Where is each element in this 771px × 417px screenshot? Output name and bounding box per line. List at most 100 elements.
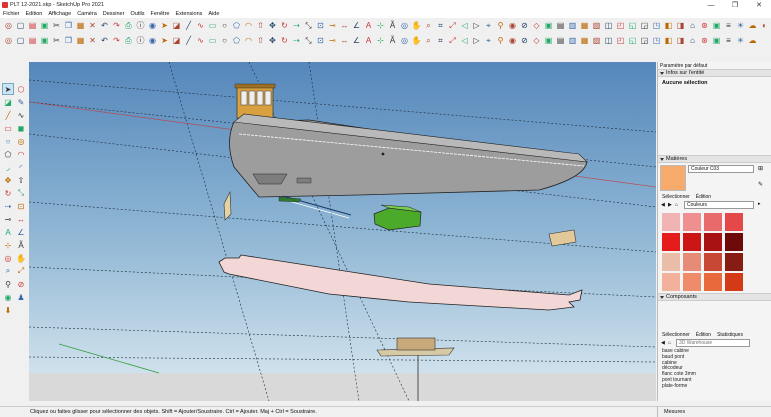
tb2-axes-icon[interactable]: ⊹ [375,35,386,46]
tb1-scale-icon[interactable]: ⤡ [303,20,314,31]
left-tool-4-icon[interactable]: ╱ [3,110,13,120]
tb2-position-camera-icon[interactable]: ⌖ [483,35,494,46]
tb2-zoom-icon[interactable]: ⌕ [423,35,434,46]
tb2-polygon-icon[interactable]: ⬠ [231,35,242,46]
material-swatch[interactable] [683,253,701,271]
tb1-zoom-icon[interactable]: ⌕ [423,20,434,31]
tb2-zoom-extents-icon[interactable]: ⤢ [447,35,458,46]
tb2-xray-icon[interactable]: ◫ [603,35,614,46]
forward-icon[interactable]: ▶ [668,202,672,208]
tb2-orbit-icon[interactable]: ◎ [3,35,14,46]
tb2-delete-icon[interactable]: ✕ [87,35,98,46]
tb1-camera-icon[interactable]: ◉ [147,20,158,31]
tb2-layout-icon[interactable]: ▣ [711,35,722,46]
left-tool-21-icon[interactable]: ↔ [16,214,26,224]
tab-components-edit[interactable]: Édition [696,332,711,338]
tb2-top-icon[interactable]: ▣ [543,35,554,46]
material-swatch[interactable] [725,213,743,231]
left-tool-26-icon[interactable]: ◎ [3,253,13,263]
materials-panel-header[interactable]: Matières [658,155,771,163]
tb1-push-pull-icon[interactable]: ⇧ [255,20,266,31]
tb2-shaded-icon[interactable]: ◳ [651,35,662,46]
tb2-rotate-icon[interactable]: ↻ [279,35,290,46]
tb1-wireframe-icon[interactable]: ◱ [627,20,638,31]
tab-components-select[interactable]: Sélectionner [662,332,690,338]
tb2-text-icon[interactable]: A [363,35,374,46]
tb2-3d-text-icon[interactable]: Ã [387,35,398,46]
entity-info-panel-header[interactable]: Infos sur l'entité [658,69,771,77]
tb2-previous-icon[interactable]: ◁ [459,35,470,46]
tb2-look-around-icon[interactable]: ◉ [507,35,518,46]
material-name-field[interactable]: Couleur C03 [688,165,754,173]
left-tool-20-icon[interactable]: ⊸ [3,214,13,224]
minimize-button[interactable]: — [699,0,723,10]
tb1-back-icon[interactable]: ▦ [579,20,590,31]
tb1-paste-icon[interactable]: ▦ [75,20,86,31]
left-tool-3-icon[interactable]: ✎ [16,97,26,107]
menu-edition[interactable]: Edition [26,11,43,17]
tb1-hidden-line-icon[interactable]: ◲ [639,20,650,31]
left-tool-28-icon[interactable]: ⌕ [3,266,13,276]
tb2-shadow-icon[interactable]: ☀ [735,35,746,46]
tb2-front-icon[interactable]: ▤ [555,35,566,46]
left-tool-0-icon[interactable]: ➤ [2,83,14,95]
material-swatch[interactable] [662,213,680,231]
components-panel-header[interactable]: Composants [658,293,771,301]
tb1-rectangle-icon[interactable]: ▭ [207,20,218,31]
tb2-left-icon[interactable]: ▧ [591,35,602,46]
left-tool-10-icon[interactable]: ⬠ [3,149,13,159]
tb2-pan-icon[interactable]: ✋ [411,35,422,46]
material-swatch[interactable] [683,213,701,231]
component-list-item[interactable]: plate-forme [658,383,771,390]
cabine-component[interactable] [234,83,276,119]
left-tool-1-icon[interactable]: ⬡ [16,84,26,94]
tb2-orbit2-icon[interactable]: ◎ [399,35,410,46]
left-tool-33-icon[interactable]: ♟ [16,292,26,302]
left-tool-34-icon[interactable]: ⬇ [3,305,13,315]
tb1-circle-icon[interactable]: ○ [219,20,230,31]
tb2-line-icon[interactable]: ╱ [183,35,194,46]
tb1-pan-icon[interactable]: ✋ [411,20,422,31]
close-button[interactable]: ✕ [747,0,771,10]
components-back-icon[interactable]: ◀ [661,340,665,346]
tb1-zoom-extents-icon[interactable]: ⤢ [447,20,458,31]
tb2-cut-icon[interactable]: ✂ [51,35,62,46]
material-swatch[interactable] [704,273,722,291]
tb1-zoom-window-icon[interactable]: ⌗ [435,20,446,31]
left-tool-16-icon[interactable]: ↻ [3,188,13,198]
tb1-save-icon[interactable]: ▣ [39,20,50,31]
tb2-paste-icon[interactable]: ▦ [75,35,86,46]
left-tool-17-icon[interactable]: ⤡ [16,188,26,198]
measurements-box[interactable]: Mesures [657,407,771,417]
tb1-redo-icon[interactable]: ↷ [111,20,122,31]
tb1-dimension-icon[interactable]: ↔ [339,20,350,31]
menu-aide[interactable]: Aide [208,11,219,17]
tb1-rotate-icon[interactable]: ↻ [279,20,290,31]
tb2-offset-icon[interactable]: ⊡ [315,35,326,46]
left-tool-5-icon[interactable]: ∿ [16,110,26,120]
model-canvas[interactable] [29,62,656,401]
tb2-outliner-icon[interactable]: ≡ [723,35,734,46]
tb1-fog-icon[interactable]: ☁ [747,20,758,31]
tb2-next-icon[interactable]: ▷ [471,35,482,46]
tb1-tape-measure-icon[interactable]: ⊸ [327,20,338,31]
tb2-file-new-icon[interactable]: ▢ [15,35,26,46]
tb1-back-edges-icon[interactable]: ◰ [615,20,626,31]
tb2-back-edges-icon[interactable]: ◰ [615,35,626,46]
tb1-next-icon[interactable]: ▷ [471,20,482,31]
left-tool-30-icon[interactable]: ⚲ [3,279,13,289]
material-swatch[interactable] [662,273,680,291]
material-swatch[interactable] [704,253,722,271]
tb1-walk-icon[interactable]: ⚲ [495,20,506,31]
left-tool-22-icon[interactable]: A [3,227,13,237]
left-tool-14-icon[interactable]: ✥ [3,175,13,185]
material-swatch[interactable] [662,233,680,251]
tb1-right-icon[interactable]: ▥ [567,20,578,31]
tb1-orbit2-icon[interactable]: ◎ [399,20,410,31]
left-tool-9-icon[interactable]: ◎ [16,136,26,146]
left-tool-7-icon[interactable]: ◼ [16,123,26,133]
material-swatch[interactable] [662,253,680,271]
tb2-print-icon[interactable]: ⎙ [123,35,134,46]
tab-materials-edit[interactable]: Édition [696,194,711,200]
tb1-monochrome-icon[interactable]: ◨ [675,20,686,31]
